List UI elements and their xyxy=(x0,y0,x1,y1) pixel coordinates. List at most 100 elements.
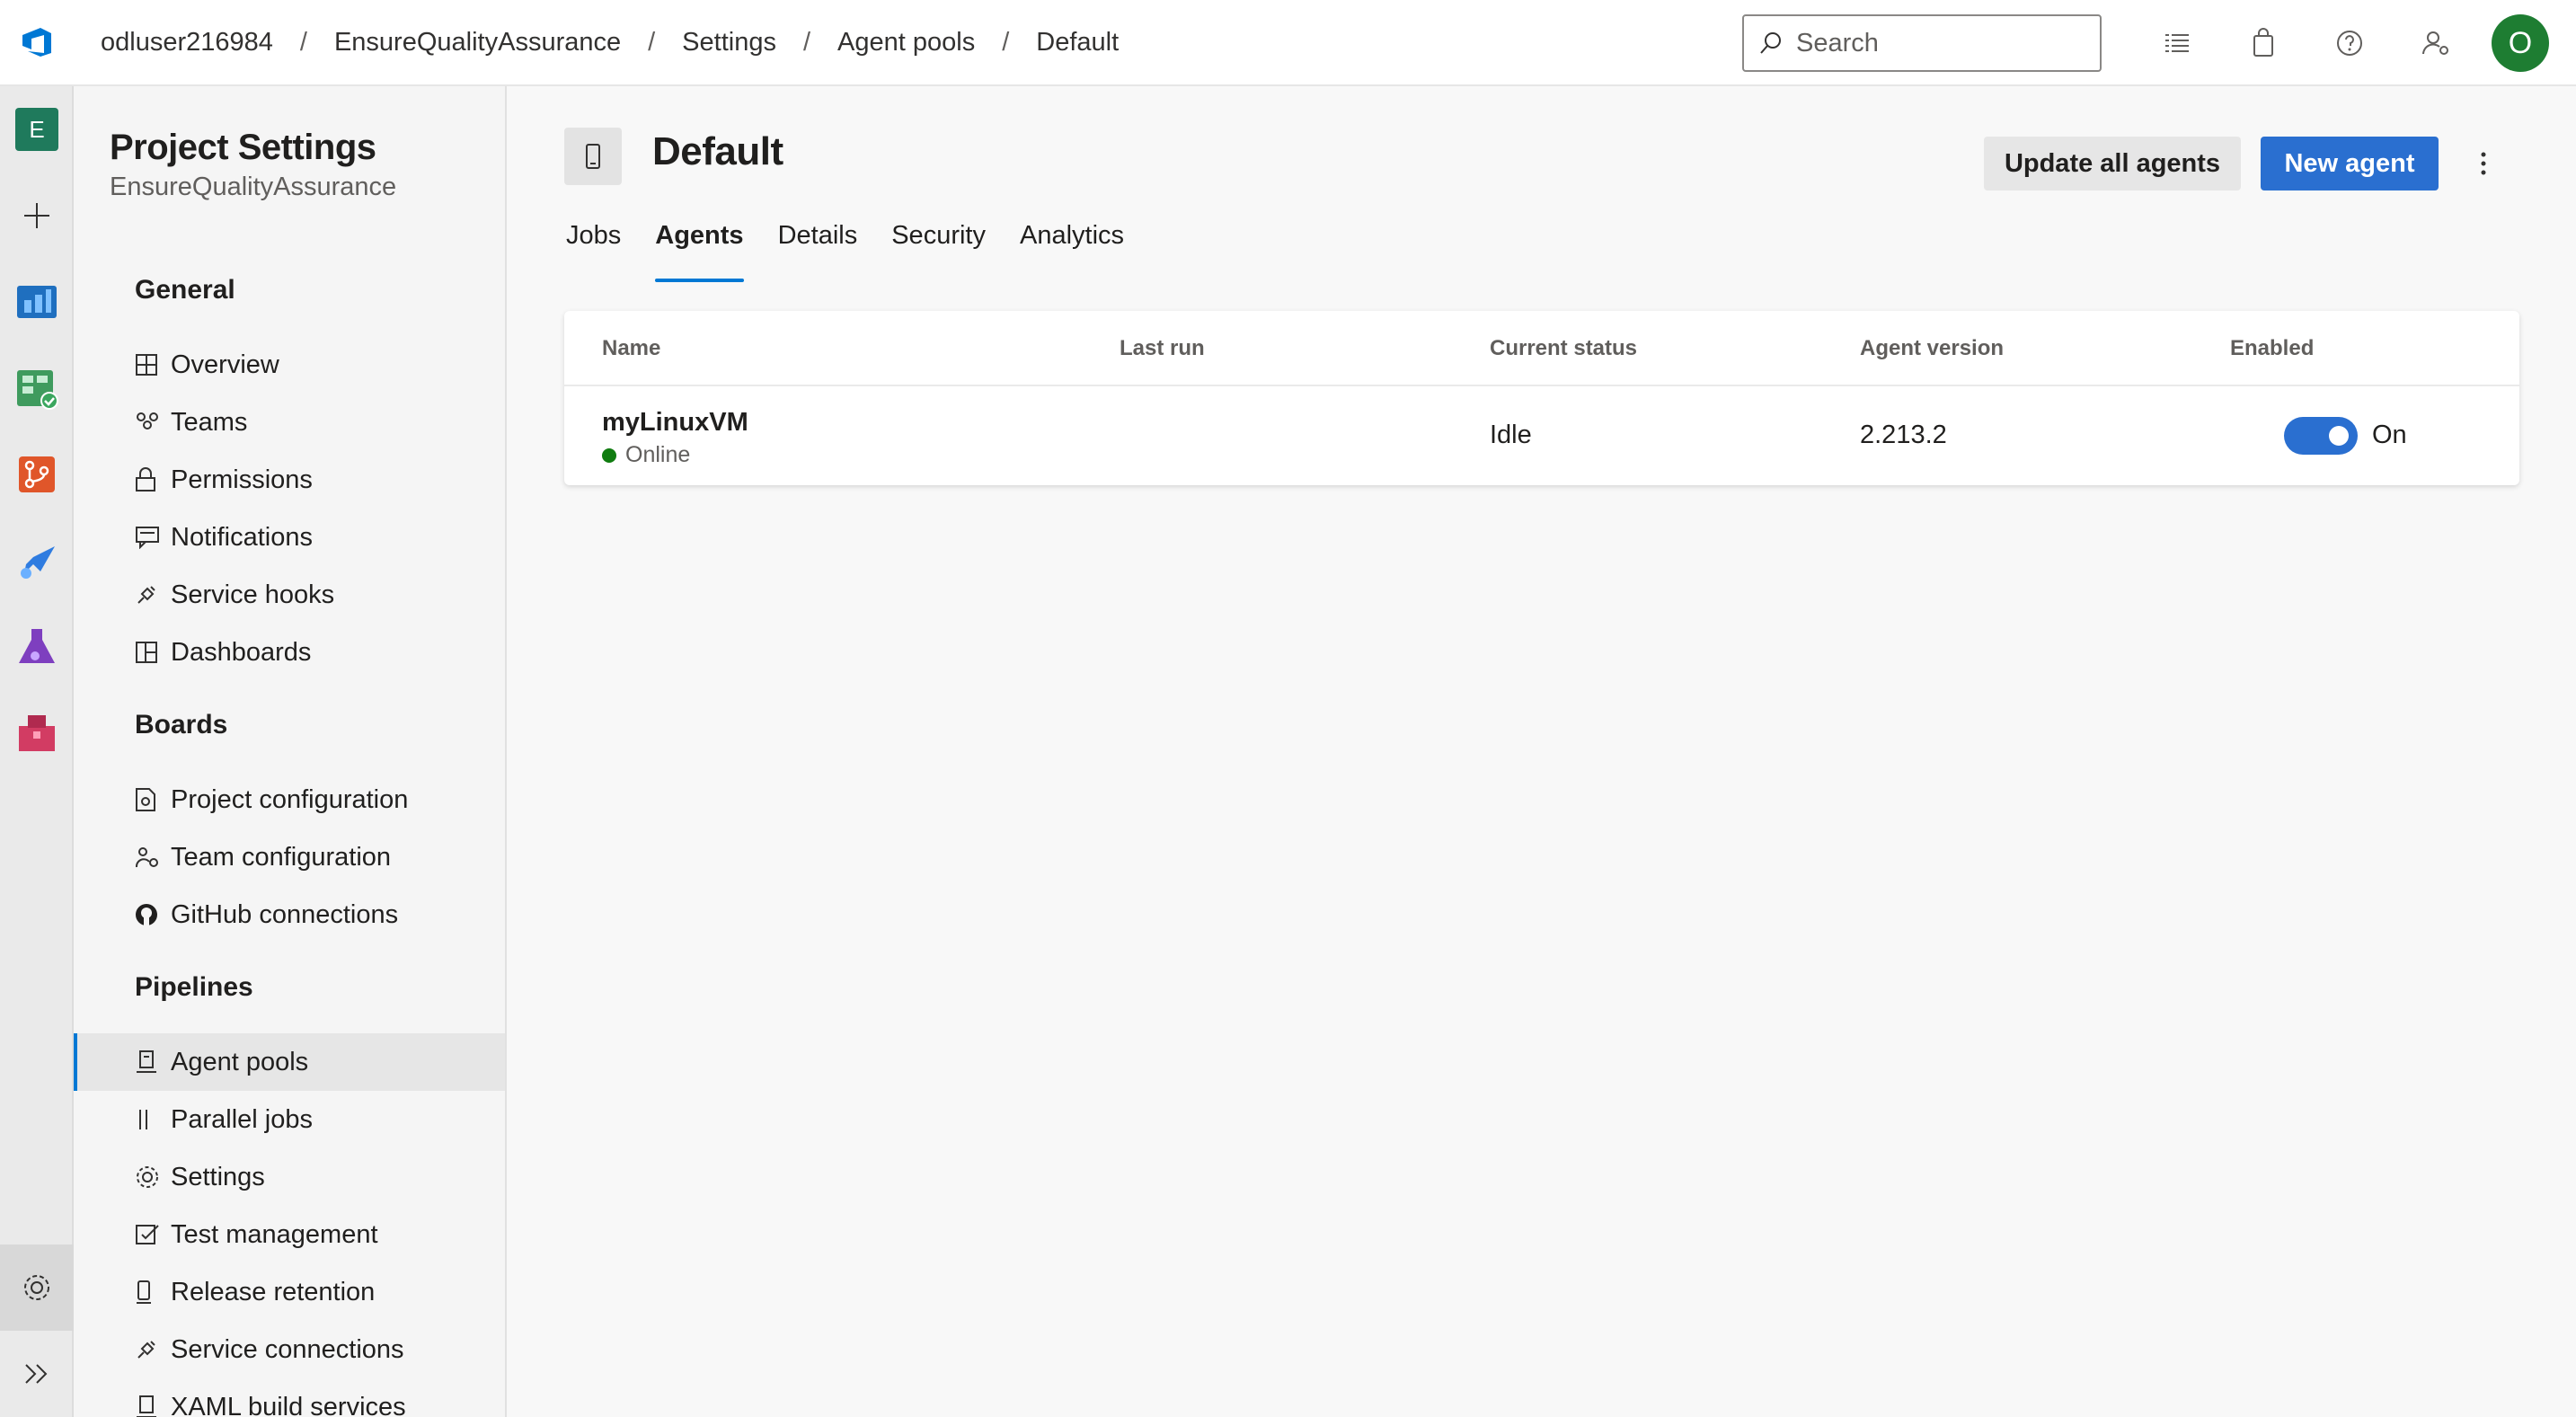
search-placeholder: Search xyxy=(1796,28,1879,58)
test-icon xyxy=(135,1222,171,1247)
artifacts-icon[interactable] xyxy=(0,690,74,776)
sidebar-item-label: Parallel jobs xyxy=(171,1104,313,1134)
new-agent-button[interactable]: New agent xyxy=(2261,137,2439,190)
sidebar-item-xaml-build-services[interactable]: XAML build services xyxy=(74,1378,505,1417)
column-header-enabled[interactable]: Enabled xyxy=(2230,336,2314,361)
agent-pool-icon xyxy=(135,1049,171,1075)
sidebar-item-test-management[interactable]: Test management xyxy=(74,1206,505,1263)
sidebar-item-label: Dashboards xyxy=(171,637,312,667)
sidebar-item-label: Overview xyxy=(171,350,279,379)
boards-icon[interactable] xyxy=(0,345,74,431)
sidebar-item-service-connections[interactable]: Service connections xyxy=(74,1321,505,1378)
settings-icon[interactable] xyxy=(0,1244,74,1331)
overview-icon[interactable] xyxy=(0,259,74,345)
sidebar-item-release-retention[interactable]: Release retention xyxy=(74,1263,505,1321)
sidebar-item-agent-pools[interactable]: Agent pools xyxy=(74,1033,505,1091)
agent-name[interactable]: myLinuxVM xyxy=(602,408,748,438)
sidebar-item-label: Team configuration xyxy=(171,842,392,872)
sidebar-item-github-connections[interactable]: GitHub connections xyxy=(74,886,505,943)
tab-jobs[interactable]: Jobs xyxy=(566,221,621,282)
breadcrumb-separator: / xyxy=(299,27,307,57)
add-icon[interactable] xyxy=(0,173,74,259)
agent-pool-icon xyxy=(564,128,622,185)
search-icon xyxy=(1760,32,1781,54)
team-settings-icon xyxy=(135,846,171,869)
breadcrumb-separator: / xyxy=(1002,27,1010,57)
repos-icon[interactable] xyxy=(0,431,74,518)
sidebar-item-label: Permissions xyxy=(171,465,313,494)
breadcrumb-settings[interactable]: Settings xyxy=(675,28,783,58)
project-initial: E xyxy=(15,108,58,151)
expand-icon[interactable] xyxy=(0,1331,74,1417)
sidebar-item-label: Test management xyxy=(171,1219,378,1249)
sidebar-item-label: XAML build services xyxy=(171,1392,406,1417)
breadcrumb-organization[interactable]: odluser216984 xyxy=(93,28,280,58)
group-general: General xyxy=(135,275,235,305)
sidebar-title: Project Settings xyxy=(110,128,376,167)
lock-icon xyxy=(135,467,171,492)
online-dot-icon xyxy=(602,447,616,463)
group-boards: Boards xyxy=(135,710,228,739)
parallel-icon xyxy=(135,1108,171,1131)
sidebar-item-label: GitHub connections xyxy=(171,899,399,929)
agent-pool-icon xyxy=(135,1395,171,1417)
agents-table: Name Last run Current status Agent versi… xyxy=(564,311,2519,485)
project-icon[interactable]: E xyxy=(0,86,74,173)
column-header-agent-version[interactable]: Agent version xyxy=(1860,336,2004,361)
agent-current-status: Idle xyxy=(1490,421,1532,449)
test-plans-icon[interactable] xyxy=(0,604,74,690)
tab-security[interactable]: Security xyxy=(891,221,986,282)
breadcrumb-pool[interactable]: Default xyxy=(1029,28,1126,58)
update-all-agents-button[interactable]: Update all agents xyxy=(1984,137,2241,190)
github-icon xyxy=(135,903,171,926)
rail-bottom xyxy=(0,1244,74,1417)
top-right-actions: Search O xyxy=(1742,0,2576,86)
sidebar-item-label: Settings xyxy=(171,1162,265,1191)
sidebar-item-parallel-jobs[interactable]: Parallel jobs xyxy=(74,1091,505,1148)
sidebar-item-permissions[interactable]: Permissions xyxy=(74,451,505,509)
more-options-icon[interactable] xyxy=(2462,137,2505,190)
user-settings-icon[interactable] xyxy=(2393,0,2479,86)
sidebar-item-overview[interactable]: Overview xyxy=(74,336,505,394)
column-header-name[interactable]: Name xyxy=(602,336,660,361)
overview-icon xyxy=(135,353,171,376)
tab-analytics[interactable]: Analytics xyxy=(1020,221,1124,282)
sidebar-item-notifications[interactable]: Notifications xyxy=(74,509,505,566)
column-header-last-run[interactable]: Last run xyxy=(1120,336,1205,361)
project-settings-sidebar: Project Settings EnsureQualityAssurance … xyxy=(74,86,507,1417)
phone-icon xyxy=(135,1280,171,1305)
azure-devops-logo-icon[interactable] xyxy=(0,0,74,85)
user-avatar[interactable]: O xyxy=(2492,14,2549,72)
group-pipelines: Pipelines xyxy=(135,972,253,1002)
column-header-current-status[interactable]: Current status xyxy=(1490,336,1637,361)
sidebar-item-label: Teams xyxy=(171,407,248,437)
sidebar-item-settings[interactable]: Settings xyxy=(74,1148,505,1206)
page-title: Default xyxy=(652,129,783,173)
table-row[interactable]: myLinuxVM Online Idle 2.213.2 On xyxy=(564,386,2519,485)
top-bar: odluser216984 / EnsureQualityAssurance /… xyxy=(0,0,2576,86)
sidebar-item-label: Notifications xyxy=(171,522,313,552)
search-box[interactable]: Search xyxy=(1742,14,2102,72)
sidebar-item-teams[interactable]: Teams xyxy=(74,394,505,451)
enabled-toggle[interactable] xyxy=(2284,417,2358,455)
breadcrumb: odluser216984 / EnsureQualityAssurance /… xyxy=(93,28,1126,58)
teams-icon xyxy=(135,411,171,434)
main-content: Default Update all agents New agent Jobs… xyxy=(507,86,2576,1417)
sidebar-item-team-configuration[interactable]: Team configuration xyxy=(74,828,505,886)
sidebar-item-dashboards[interactable]: Dashboards xyxy=(74,624,505,681)
sidebar-item-project-configuration[interactable]: Project configuration xyxy=(74,771,505,828)
breadcrumb-project[interactable]: EnsureQualityAssurance xyxy=(327,28,628,58)
shopping-bag-icon[interactable] xyxy=(2220,0,2306,86)
breadcrumb-separator: / xyxy=(648,27,656,57)
breadcrumb-separator: / xyxy=(802,27,811,57)
document-settings-icon xyxy=(135,787,171,812)
sidebar-item-service-hooks[interactable]: Service hooks xyxy=(74,566,505,624)
pipelines-icon[interactable] xyxy=(0,518,74,604)
tab-agents[interactable]: Agents xyxy=(655,221,744,282)
tab-details[interactable]: Details xyxy=(778,221,858,282)
list-icon[interactable] xyxy=(2134,0,2220,86)
left-rail: E xyxy=(0,86,74,1417)
help-icon[interactable] xyxy=(2306,0,2393,86)
breadcrumb-agent-pools[interactable]: Agent pools xyxy=(830,28,982,58)
sidebar-item-label: Service connections xyxy=(171,1334,404,1364)
